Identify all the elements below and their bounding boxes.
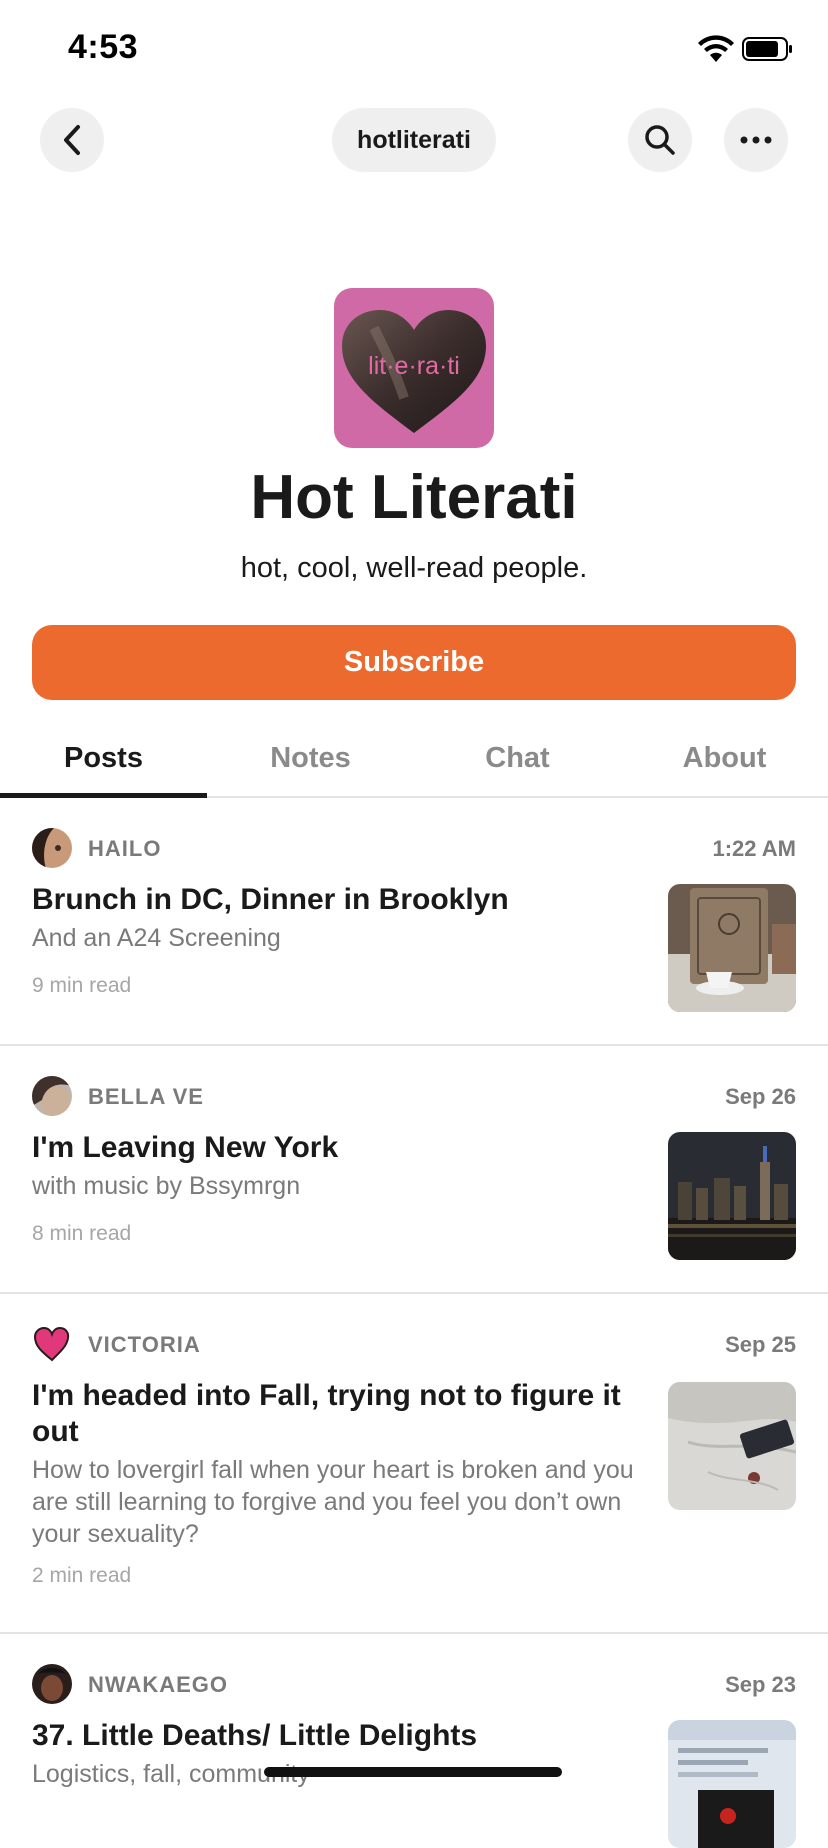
post-subtitle: And an A24 Screening [32,924,281,952]
back-button[interactable] [40,108,104,172]
post-date: Sep 26 [725,1084,796,1109]
post-subtitle: How to lovergirl fall when your heart is… [32,1456,634,1548]
post-item[interactable]: BELLA VE Sep 26 I'm Leaving New York wit… [0,1044,828,1294]
post-date: 1:22 AM [712,836,796,861]
post-title[interactable]: 37. Little Deaths/ Little Delights [32,1718,642,1754]
post-read-time: 8 min read [32,1222,132,1245]
post-date: Sep 23 [725,1672,796,1697]
more-options-button[interactable] [724,108,788,172]
post-thumbnail[interactable] [668,1132,796,1260]
post-author: HAILO [88,836,162,861]
tab-bar: Posts Notes Chat About [0,720,828,798]
post-title[interactable]: Brunch in DC, Dinner in Brooklyn [32,882,642,918]
post-item[interactable]: VICTORIA Sep 25 I'm headed into Fall, tr… [0,1292,828,1634]
search-button[interactable] [628,108,692,172]
chevron-left-icon [64,125,80,155]
publication-handle-pill[interactable]: hotliterati [332,108,496,172]
tab-chat[interactable]: Chat [414,720,621,796]
post-author: VICTORIA [88,1332,201,1357]
post-date: Sep 25 [725,1332,796,1357]
author-avatar [32,1664,72,1704]
subscribe-button[interactable]: Subscribe [32,625,796,700]
tab-about[interactable]: About [621,720,828,796]
post-item[interactable]: HAILO 1:22 AM Brunch in DC, Dinner in Br… [0,796,828,1046]
tab-notes[interactable]: Notes [207,720,414,796]
home-indicator[interactable] [264,1767,562,1777]
wifi-icon [698,35,734,62]
post-title[interactable]: I'm headed into Fall, trying not to figu… [32,1378,642,1450]
post-thumbnail[interactable] [668,1382,796,1510]
post-item[interactable]: NWAKAEGO Sep 23 37. Little Deaths/ Littl… [0,1632,828,1848]
post-read-time: 2 min read [32,1564,132,1587]
post-thumbnail[interactable] [668,884,796,1012]
status-bar: 4:53 [0,0,828,100]
logo-wordmark: lit·e·ra·ti [368,352,460,380]
publication-tagline: hot, cool, well-read people. [240,552,588,584]
post-author: BELLA VE [88,1084,204,1109]
battery-icon [742,37,792,61]
post-title[interactable]: I'm Leaving New York [32,1130,642,1166]
publication-logo: lit·e·ra·ti [334,288,494,448]
publication-title: Hot Literati [250,463,578,532]
clock: 4:53 [68,28,139,66]
ellipsis-icon [740,136,772,144]
author-avatar [32,1076,72,1116]
heart-avatar-icon [32,1324,72,1364]
post-read-time: 9 min read [32,974,132,997]
tab-posts[interactable]: Posts [0,720,207,796]
search-icon [645,125,675,155]
post-subtitle: with music by Bssymrgn [32,1172,301,1200]
top-navigation: hotliterati [0,108,828,172]
post-thumbnail[interactable] [668,1720,796,1848]
post-author: NWAKAEGO [88,1672,228,1697]
author-avatar [32,828,72,868]
